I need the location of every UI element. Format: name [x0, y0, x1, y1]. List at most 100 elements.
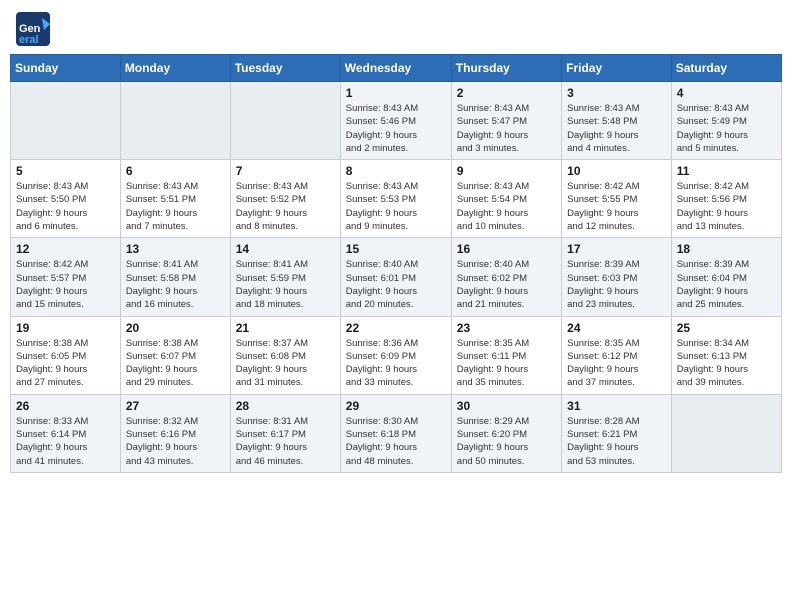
day-number: 5 [16, 164, 115, 178]
day-number: 18 [677, 242, 776, 256]
calendar-cell: 19 Sunrise: 8:38 AM Sunset: 6:05 PM Dayli… [11, 316, 121, 394]
day-number: 6 [126, 164, 225, 178]
day-number: 27 [126, 399, 225, 413]
calendar-cell [11, 82, 121, 160]
calendar-cell: 20 Sunrise: 8:38 AM Sunset: 6:07 PM Dayli… [120, 316, 230, 394]
weekday-header-sunday: Sunday [11, 55, 121, 82]
day-info: Sunrise: 8:28 AM Sunset: 6:21 PM Dayligh… [567, 415, 666, 468]
calendar-cell: 5 Sunrise: 8:43 AM Sunset: 5:50 PM Daylig… [11, 160, 121, 238]
day-number: 14 [236, 242, 335, 256]
day-number: 1 [346, 86, 446, 100]
day-info: Sunrise: 8:35 AM Sunset: 6:12 PM Dayligh… [567, 337, 666, 390]
day-number: 22 [346, 321, 446, 335]
weekday-header-wednesday: Wednesday [340, 55, 451, 82]
day-info: Sunrise: 8:34 AM Sunset: 6:13 PM Dayligh… [677, 337, 776, 390]
calendar-cell: 22Sunrise: 8:36 AM Sunset: 6:09 PM Dayli… [340, 316, 451, 394]
day-number: 20 [126, 321, 225, 335]
weekday-header-monday: Monday [120, 55, 230, 82]
day-info: Sunrise: 8:38 AM Sunset: 6:05 PM Dayligh… [16, 337, 115, 390]
day-number: 12 [16, 242, 115, 256]
calendar-week-2: 5 Sunrise: 8:43 AM Sunset: 5:50 PM Daylig… [11, 160, 782, 238]
day-info: Sunrise: 8:29 AM Sunset: 6:20 PM Dayligh… [457, 415, 556, 468]
calendar-cell: 23 Sunrise: 8:35 AM Sunset: 6:11 PM Dayli… [451, 316, 561, 394]
day-number: 16 [457, 242, 556, 256]
logo-icon: Gen eral [14, 10, 50, 46]
calendar-cell: 3 Sunrise: 8:43 AM Sunset: 5:48 PM Daylig… [562, 82, 672, 160]
day-info: Sunrise: 8:38 AM Sunset: 6:07 PM Dayligh… [126, 337, 225, 390]
calendar-cell: 28 Sunrise: 8:31 AM Sunset: 6:17 PM Dayli… [230, 394, 340, 472]
calendar-week-4: 19 Sunrise: 8:38 AM Sunset: 6:05 PM Dayli… [11, 316, 782, 394]
calendar-cell: 4 Sunrise: 8:43 AM Sunset: 5:49 PM Daylig… [671, 82, 781, 160]
day-info: Sunrise: 8:39 AM Sunset: 6:03 PM Dayligh… [567, 258, 666, 311]
day-number: 30 [457, 399, 556, 413]
calendar-cell: 9 Sunrise: 8:43 AM Sunset: 5:54 PM Daylig… [451, 160, 561, 238]
day-info: Sunrise: 8:41 AM Sunset: 5:59 PM Dayligh… [236, 258, 335, 311]
day-number: 28 [236, 399, 335, 413]
calendar-cell: 14 Sunrise: 8:41 AM Sunset: 5:59 PM Dayli… [230, 238, 340, 316]
day-info: Sunrise: 8:35 AM Sunset: 6:11 PM Dayligh… [457, 337, 556, 390]
weekday-header-thursday: Thursday [451, 55, 561, 82]
day-info: Sunrise: 8:31 AM Sunset: 6:17 PM Dayligh… [236, 415, 335, 468]
day-number: 17 [567, 242, 666, 256]
calendar-cell: 11 Sunrise: 8:42 AM Sunset: 5:56 PM Dayli… [671, 160, 781, 238]
day-number: 21 [236, 321, 335, 335]
day-info: Sunrise: 8:30 AM Sunset: 6:18 PM Dayligh… [346, 415, 446, 468]
day-number: 11 [677, 164, 776, 178]
day-info: Sunrise: 8:39 AM Sunset: 6:04 PM Dayligh… [677, 258, 776, 311]
day-number: 8 [346, 164, 446, 178]
day-info: Sunrise: 8:40 AM Sunset: 6:01 PM Dayligh… [346, 258, 446, 311]
calendar-cell: 8 Sunrise: 8:43 AM Sunset: 5:53 PM Daylig… [340, 160, 451, 238]
calendar-week-3: 12Sunrise: 8:42 AM Sunset: 5:57 PM Dayli… [11, 238, 782, 316]
day-info: Sunrise: 8:42 AM Sunset: 5:56 PM Dayligh… [677, 180, 776, 233]
day-info: Sunrise: 8:43 AM Sunset: 5:49 PM Dayligh… [677, 102, 776, 155]
calendar-cell [671, 394, 781, 472]
day-info: Sunrise: 8:43 AM Sunset: 5:50 PM Dayligh… [16, 180, 115, 233]
day-number: 9 [457, 164, 556, 178]
calendar-cell [230, 82, 340, 160]
calendar-cell: 6 Sunrise: 8:43 AM Sunset: 5:51 PM Daylig… [120, 160, 230, 238]
day-info: Sunrise: 8:43 AM Sunset: 5:46 PM Dayligh… [346, 102, 446, 155]
weekday-header-friday: Friday [562, 55, 672, 82]
day-info: Sunrise: 8:43 AM Sunset: 5:54 PM Dayligh… [457, 180, 556, 233]
calendar-week-5: 26 Sunrise: 8:33 AM Sunset: 6:14 PM Dayli… [11, 394, 782, 472]
calendar-cell [120, 82, 230, 160]
calendar-cell: 30 Sunrise: 8:29 AM Sunset: 6:20 PM Dayli… [451, 394, 561, 472]
calendar-cell: 1 Sunrise: 8:43 AM Sunset: 5:46 PM Daylig… [340, 82, 451, 160]
day-info: Sunrise: 8:40 AM Sunset: 6:02 PM Dayligh… [457, 258, 556, 311]
day-number: 24 [567, 321, 666, 335]
logo: Gen eral [14, 10, 54, 46]
day-info: Sunrise: 8:43 AM Sunset: 5:51 PM Dayligh… [126, 180, 225, 233]
day-number: 15 [346, 242, 446, 256]
day-info: Sunrise: 8:43 AM Sunset: 5:53 PM Dayligh… [346, 180, 446, 233]
calendar-cell: 16 Sunrise: 8:40 AM Sunset: 6:02 PM Dayli… [451, 238, 561, 316]
day-number: 25 [677, 321, 776, 335]
calendar-cell: 29Sunrise: 8:30 AM Sunset: 6:18 PM Dayli… [340, 394, 451, 472]
calendar-body: 1 Sunrise: 8:43 AM Sunset: 5:46 PM Daylig… [11, 82, 782, 473]
day-number: 3 [567, 86, 666, 100]
day-info: Sunrise: 8:43 AM Sunset: 5:48 PM Dayligh… [567, 102, 666, 155]
calendar-cell: 17 Sunrise: 8:39 AM Sunset: 6:03 PM Dayli… [562, 238, 672, 316]
day-number: 19 [16, 321, 115, 335]
day-number: 10 [567, 164, 666, 178]
calendar-cell: 24 Sunrise: 8:35 AM Sunset: 6:12 PM Dayli… [562, 316, 672, 394]
day-number: 4 [677, 86, 776, 100]
day-info: Sunrise: 8:42 AM Sunset: 5:55 PM Dayligh… [567, 180, 666, 233]
day-number: 13 [126, 242, 225, 256]
day-info: Sunrise: 8:33 AM Sunset: 6:14 PM Dayligh… [16, 415, 115, 468]
calendar-cell: 18 Sunrise: 8:39 AM Sunset: 6:04 PM Dayli… [671, 238, 781, 316]
day-info: Sunrise: 8:32 AM Sunset: 6:16 PM Dayligh… [126, 415, 225, 468]
day-number: 26 [16, 399, 115, 413]
calendar-cell: 10 Sunrise: 8:42 AM Sunset: 5:55 PM Dayli… [562, 160, 672, 238]
day-number: 23 [457, 321, 556, 335]
calendar-cell: 26 Sunrise: 8:33 AM Sunset: 6:14 PM Dayli… [11, 394, 121, 472]
day-info: Sunrise: 8:41 AM Sunset: 5:58 PM Dayligh… [126, 258, 225, 311]
svg-text:eral: eral [19, 34, 39, 46]
calendar-cell: 15 Sunrise: 8:40 AM Sunset: 6:01 PM Dayli… [340, 238, 451, 316]
calendar-cell: 21Sunrise: 8:37 AM Sunset: 6:08 PM Dayli… [230, 316, 340, 394]
calendar-table: SundayMondayTuesdayWednesdayThursdayFrid… [10, 54, 782, 473]
day-number: 7 [236, 164, 335, 178]
calendar-cell: 7Sunrise: 8:43 AM Sunset: 5:52 PM Daylig… [230, 160, 340, 238]
calendar-cell: 25 Sunrise: 8:34 AM Sunset: 6:13 PM Dayli… [671, 316, 781, 394]
weekday-header-tuesday: Tuesday [230, 55, 340, 82]
day-number: 31 [567, 399, 666, 413]
